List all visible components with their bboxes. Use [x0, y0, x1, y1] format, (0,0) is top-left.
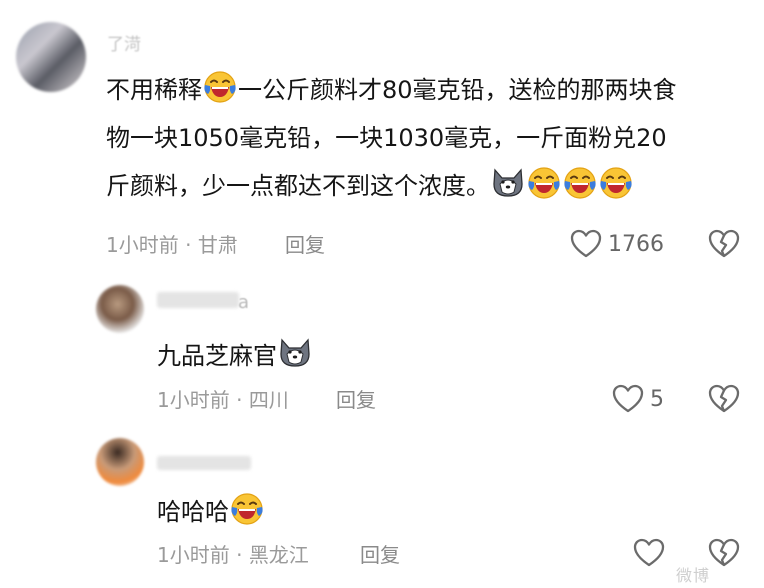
reply-text: 九品芝麻官: [157, 336, 313, 372]
avatar[interactable]: [16, 22, 86, 92]
username[interactable]: 了渮: [107, 30, 141, 55]
avatar[interactable]: [96, 285, 144, 333]
broken-heart-icon[interactable]: [708, 538, 740, 568]
reply-text: 哈哈哈: [157, 492, 265, 528]
heart-outline-icon[interactable]: [633, 538, 665, 568]
crying-laughing-emoji: [599, 166, 633, 200]
timestamp: 1小时前: [106, 233, 179, 257]
separator: ·: [185, 233, 192, 257]
heart-outline-icon[interactable]: [570, 229, 602, 259]
separator: ·: [236, 388, 243, 412]
username-tail: a: [238, 292, 250, 313]
separator: ·: [236, 543, 243, 567]
comment-meta: 1小时前 · 甘肃: [106, 231, 238, 259]
timestamp: 1小时前: [157, 543, 230, 567]
reply-button[interactable]: 回复: [336, 386, 376, 414]
husky-emoji: [278, 336, 312, 370]
broken-heart-icon[interactable]: [708, 229, 740, 259]
comment-text: 不用稀释 一公斤颜料才80毫克铅，送检的那两块食 物一块1050毫克铅，一块103…: [106, 66, 756, 210]
reply-meta: 1小时前 · 四川: [157, 386, 289, 414]
timestamp: 1小时前: [157, 388, 230, 412]
crying-laughing-emoji: [203, 70, 237, 104]
watermark: 微博: [676, 566, 711, 585]
avatar[interactable]: [96, 438, 144, 486]
crying-laughing-emoji: [563, 166, 597, 200]
heart-outline-icon[interactable]: [612, 384, 644, 414]
location: 甘肃: [197, 233, 238, 257]
username[interactable]: [157, 456, 251, 470]
username[interactable]: [157, 292, 239, 308]
crying-laughing-emoji: [527, 166, 561, 200]
reply-button[interactable]: 回复: [285, 231, 325, 259]
crying-laughing-emoji: [230, 492, 264, 526]
broken-heart-icon[interactable]: [708, 384, 740, 414]
location: 四川: [248, 388, 289, 412]
like-count: 1766: [608, 232, 664, 257]
reply-meta: 1小时前 · 黑龙江: [157, 541, 309, 569]
reply-button[interactable]: 回复: [360, 541, 400, 569]
location: 黑龙江: [248, 543, 309, 567]
like-count: 5: [650, 387, 664, 412]
husky-emoji: [491, 166, 525, 200]
